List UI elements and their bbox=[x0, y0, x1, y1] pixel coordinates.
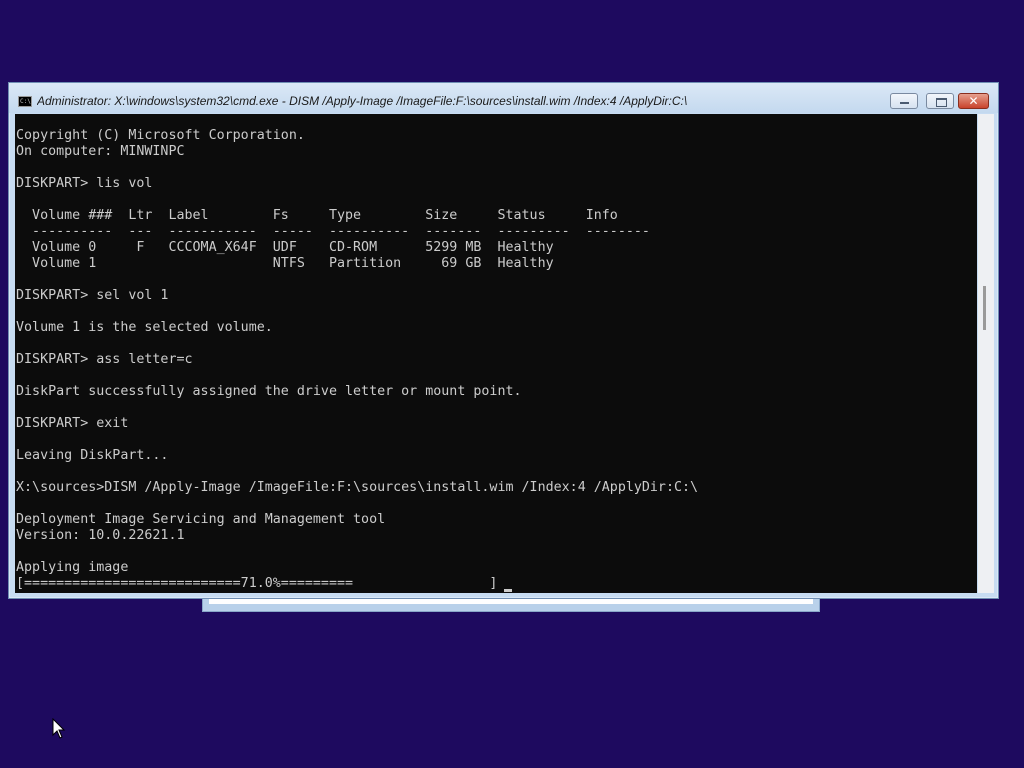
console-line: DISKPART> lis vol bbox=[16, 176, 153, 191]
console-line: Leaving DiskPart... bbox=[16, 448, 169, 463]
scrollbar-thumb[interactable] bbox=[983, 286, 986, 330]
console-line: Deployment Image Servicing and Managemen… bbox=[16, 512, 386, 527]
console-text: Copyright (C) Microsoft Corporation. On … bbox=[16, 128, 698, 592]
console-output[interactable]: Copyright (C) Microsoft Corporation. On … bbox=[15, 114, 977, 593]
console-line: Volume 0 F CCCOMA_X64F UDF CD-ROM 5299 M… bbox=[16, 240, 554, 255]
text-cursor bbox=[504, 589, 512, 592]
title-bar[interactable]: C:\ Administrator: X:\windows\system32\c… bbox=[9, 83, 998, 113]
window-title: Administrator: X:\windows\system32\cmd.e… bbox=[37, 94, 688, 108]
console-line: Copyright (C) Microsoft Corporation. bbox=[16, 128, 305, 143]
console-line: [===========================71.0%=======… bbox=[16, 576, 498, 591]
maximize-button[interactable] bbox=[926, 93, 954, 109]
console-line: Volume 1 is the selected volume. bbox=[16, 320, 273, 335]
console-line: DISKPART> ass letter=c bbox=[16, 352, 193, 367]
minimize-icon bbox=[900, 102, 909, 104]
close-icon: ✕ bbox=[968, 94, 979, 108]
maximize-icon bbox=[936, 98, 947, 107]
console-line: DiskPart successfully assigned the drive… bbox=[16, 384, 522, 399]
cmd-window[interactable]: C:\ Administrator: X:\windows\system32\c… bbox=[8, 82, 999, 599]
minimize-button[interactable] bbox=[890, 93, 918, 109]
vertical-scrollbar[interactable] bbox=[978, 114, 994, 593]
console-line: Version: 10.0.22621.1 bbox=[16, 528, 185, 543]
close-button[interactable]: ✕ bbox=[958, 93, 989, 109]
cmd-icon: C:\ bbox=[18, 96, 32, 107]
console-line: Volume ### Ltr Label Fs Type Size Status… bbox=[16, 208, 618, 223]
console-line: X:\sources>DISM /Apply-Image /ImageFile:… bbox=[16, 480, 699, 495]
console-line: On computer: MINWINPC bbox=[16, 144, 185, 159]
console-line: ---------- --- ----------- ----- -------… bbox=[16, 224, 650, 239]
console-line: Applying image bbox=[16, 560, 129, 575]
console-line: Volume 1 NTFS Partition 69 GB Healthy bbox=[16, 256, 554, 271]
mouse-pointer-icon bbox=[52, 718, 66, 739]
console-line: DISKPART> sel vol 1 bbox=[16, 288, 169, 303]
console-line: DISKPART> exit bbox=[16, 416, 129, 431]
